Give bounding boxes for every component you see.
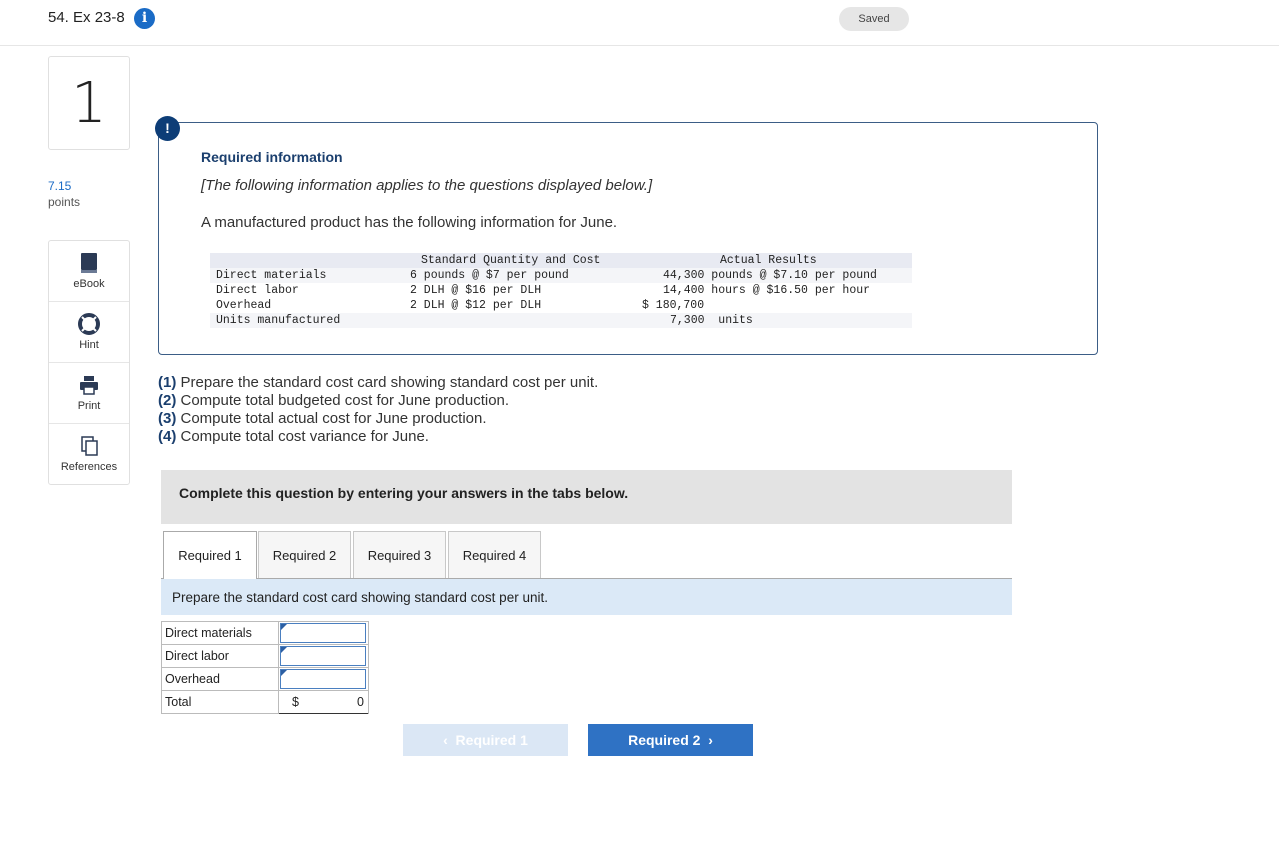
instruction-text: Prepare the standard cost card showing s… [161, 579, 1012, 615]
question-num: (4) [158, 428, 177, 445]
header-standard: Standard Quantity and Cost [421, 254, 601, 267]
overhead-input[interactable] [280, 669, 366, 689]
row-label: Direct materials [216, 269, 327, 282]
hint-button[interactable]: Hint [49, 302, 129, 363]
question-num: (3) [158, 410, 177, 427]
header-actual: Actual Results [720, 254, 817, 267]
tab-required-3[interactable]: Required 3 [353, 531, 446, 578]
copy-icon [81, 436, 98, 456]
row-actual: 14,400 hours @ $16.50 per hour [663, 284, 871, 297]
total-label: Total [161, 690, 279, 714]
row-label: Direct materials [161, 621, 279, 645]
question-list: (1) Prepare the standard cost card showi… [158, 374, 598, 446]
answer-cell [278, 621, 369, 645]
tab-required-1[interactable]: Required 1 [163, 531, 257, 579]
total-cell: $ 0 [278, 690, 369, 715]
question-num: (2) [158, 392, 177, 409]
points-display: 7.15 points [48, 178, 80, 210]
info-icon[interactable]: i [134, 8, 155, 29]
hint-label: Hint [79, 339, 99, 351]
points-value: 7.15 [48, 179, 72, 193]
total-currency: $ [292, 695, 299, 709]
question-text: Compute total cost variance for June. [176, 428, 429, 445]
row-standard: 2 DLH @ $12 per DLH [410, 299, 542, 312]
row-actual: 44,300 pounds @ $7.10 per pound [663, 269, 877, 282]
row-actual: 7,300 units [670, 314, 753, 327]
tab-required-2[interactable]: Required 2 [258, 531, 351, 578]
row-label: Direct labor [216, 284, 299, 297]
lifebuoy-icon [78, 313, 100, 335]
direct-materials-input[interactable] [280, 623, 366, 643]
ebook-button[interactable]: eBook [49, 241, 129, 302]
book-icon [81, 253, 97, 273]
table-row: Direct materials 6 pounds @ $7 per pound… [210, 268, 912, 283]
list-item: (4) Compute total cost variance for June… [158, 428, 598, 446]
list-item: (1) Prepare the standard cost card showi… [158, 374, 598, 392]
print-label: Print [77, 400, 101, 412]
required-info-intro: A manufactured product has the following… [201, 214, 618, 231]
print-button[interactable]: Print [49, 363, 129, 424]
next-button-label: Required 2 [628, 732, 701, 748]
row-label: Overhead [216, 299, 272, 312]
question-text: Prepare the standard cost card showing s… [176, 374, 599, 391]
table-row: Direct materials [161, 621, 369, 645]
row-actual: $ 180,700 [642, 299, 705, 312]
list-item: (3) Compute total actual cost for June p… [158, 410, 598, 428]
info-table-header: Standard Quantity and Cost Actual Result… [210, 253, 912, 268]
side-tools: eBook Hint Print References [48, 240, 130, 485]
total-value: 0 [357, 695, 364, 709]
direct-labor-input[interactable] [280, 646, 366, 666]
row-standard: 2 DLH @ $16 per DLH [410, 284, 542, 297]
tab-required-4[interactable]: Required 4 [448, 531, 541, 578]
answer-table: Direct materials Direct labor Overhead T… [161, 621, 369, 715]
list-item: (2) Compute total budgeted cost for June… [158, 392, 598, 410]
points-label: points [48, 195, 81, 209]
table-row: Overhead [161, 667, 369, 691]
prev-button-label: Required 1 [455, 732, 528, 748]
references-button[interactable]: References [49, 424, 129, 485]
table-row: Units manufactured 7,300 units [210, 313, 912, 328]
next-button[interactable]: Required 2 › [588, 724, 753, 756]
chevron-right-icon: › [700, 732, 713, 748]
prev-button[interactable]: ‹ Required 1 [403, 724, 568, 756]
table-row: Direct labor 2 DLH @ $16 per DLH 14,400 … [210, 283, 912, 298]
question-num: (1) [158, 374, 177, 391]
printer-icon [80, 376, 98, 395]
question-text: Compute total budgeted cost for June pro… [176, 392, 510, 409]
question-title: 54. Ex 23-8 [48, 9, 125, 26]
answer-cell [278, 667, 369, 691]
table-row: Direct labor [161, 644, 369, 668]
question-number: 1 [48, 56, 130, 150]
chevron-left-icon: ‹ [443, 732, 456, 748]
table-row: Total $ 0 [161, 690, 369, 715]
required-info-box: Required information [The following info… [158, 122, 1098, 355]
table-row: Overhead 2 DLH @ $12 per DLH $ 180,700 [210, 298, 912, 313]
alert-icon: ! [155, 116, 180, 141]
top-bar: 54. Ex 23-8 i Saved [0, 0, 1279, 46]
info-table: Standard Quantity and Cost Actual Result… [210, 253, 912, 328]
row-label: Overhead [161, 667, 279, 691]
required-info-heading: Required information [201, 149, 343, 165]
saved-badge: Saved [839, 7, 909, 31]
row-label: Direct labor [161, 644, 279, 668]
references-label: References [60, 461, 118, 473]
row-standard: 6 pounds @ $7 per pound [410, 269, 569, 282]
question-text: Compute total actual cost for June produ… [176, 410, 487, 427]
ebook-label: eBook [73, 278, 105, 290]
answer-cell [278, 644, 369, 668]
required-info-note: [The following information applies to th… [201, 177, 653, 194]
row-label: Units manufactured [216, 314, 341, 327]
complete-banner: Complete this question by entering your … [161, 470, 1012, 524]
